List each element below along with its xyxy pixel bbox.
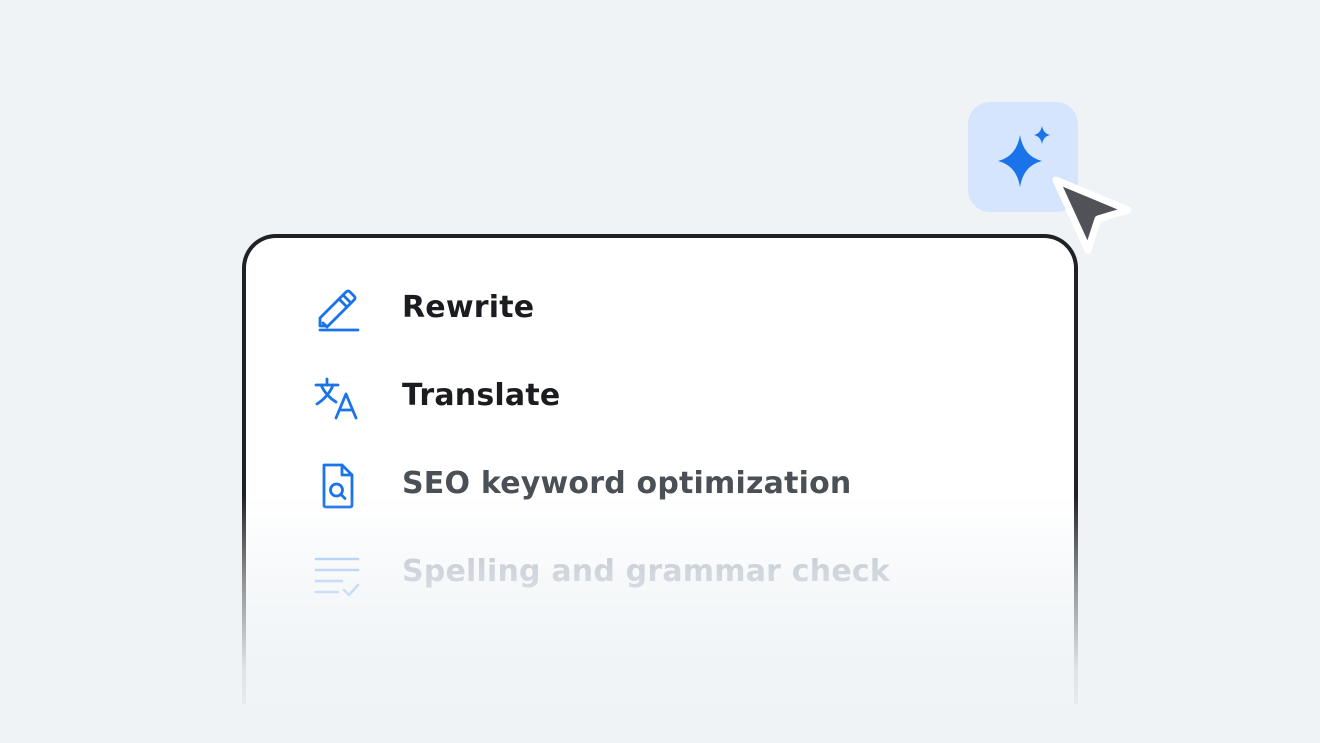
menu-item-label: Spelling and grammar check <box>402 554 891 589</box>
ai-assistant-button[interactable] <box>968 102 1078 212</box>
menu-item-translate[interactable]: Translate <box>246 361 1074 431</box>
menu-item-label: Rewrite <box>402 290 535 325</box>
menu-item-seo-keyword-optimization[interactable]: SEO keyword optimization <box>246 449 1074 519</box>
menu-item-rewrite[interactable]: Rewrite <box>246 273 1074 343</box>
document-search-icon <box>312 460 364 512</box>
translate-icon <box>312 372 364 424</box>
text-check-icon <box>312 548 364 600</box>
menu-item-label: SEO keyword optimization <box>402 466 852 501</box>
ai-actions-menu: Rewrite Translate SEO keyword optimizati… <box>242 234 1078 704</box>
sparkle-icon <box>998 126 1050 187</box>
pencil-edit-icon <box>312 284 364 336</box>
menu-item-label: Translate <box>402 378 561 413</box>
canvas: Rewrite Translate SEO keyword optimizati… <box>0 0 1320 743</box>
menu-item-spelling-grammar-check[interactable]: Spelling and grammar check <box>246 537 1074 607</box>
